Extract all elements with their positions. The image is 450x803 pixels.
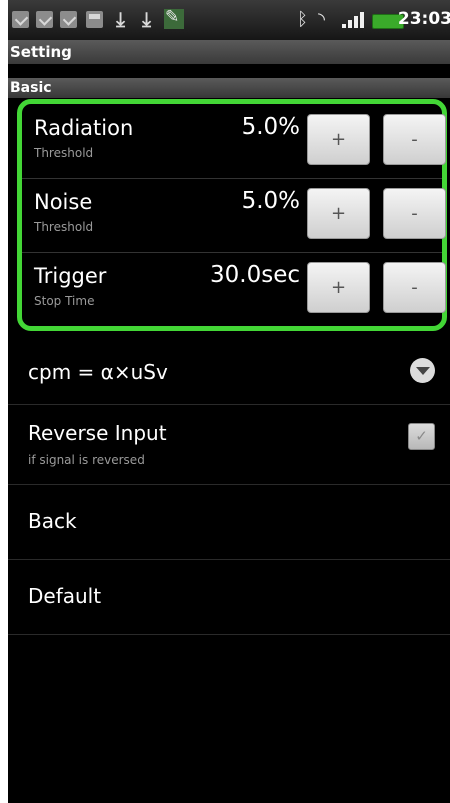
checkbox-icon xyxy=(12,11,29,28)
back-item[interactable]: Back xyxy=(8,485,450,560)
download-icon: ⤓ xyxy=(116,7,125,31)
threshold-panel: Radiation Threshold 5.0% + - Noise Thres… xyxy=(17,99,447,331)
threshold-row-radiation: Radiation Threshold 5.0% + - xyxy=(22,104,446,179)
back-label: Back xyxy=(28,509,77,533)
threshold-label: Trigger xyxy=(34,264,107,288)
threshold-row-trigger: Trigger Stop Time 30.0sec + - xyxy=(22,252,446,326)
checkbox-icon xyxy=(36,11,53,28)
reverse-input-sublabel: if signal is reversed xyxy=(28,453,145,467)
decrease-button[interactable]: - xyxy=(383,262,446,313)
threshold-value: 5.0% xyxy=(241,114,300,140)
reverse-input-label: Reverse Input xyxy=(28,421,167,445)
phone-screen: ⤓ ⤓ ᛒ ◝ 23:03 Setting Basic Radiation Th… xyxy=(8,0,450,803)
threshold-sublabel: Threshold xyxy=(34,146,94,160)
increase-button[interactable]: + xyxy=(307,188,370,239)
signal-icon xyxy=(342,11,366,28)
checkbox-icon xyxy=(60,11,77,28)
sd-card-icon xyxy=(86,11,103,28)
status-bar: ⤓ ⤓ ᛒ ◝ 23:03 xyxy=(8,0,450,40)
status-time: 23:03 xyxy=(397,9,450,29)
app-icon xyxy=(164,7,184,29)
reverse-input-checkbox[interactable]: ✓ xyxy=(408,423,435,450)
decrease-button[interactable]: - xyxy=(383,114,446,165)
bluetooth-icon: ᛒ xyxy=(297,9,308,30)
threshold-value: 5.0% xyxy=(241,188,300,214)
threshold-label: Radiation xyxy=(34,116,134,140)
threshold-row-noise: Noise Threshold 5.0% + - xyxy=(22,178,446,253)
formula-label: cpm = α×uSv xyxy=(28,360,168,384)
formula-selector[interactable]: cpm = α×uSv xyxy=(8,340,450,405)
page-title: Setting xyxy=(8,40,450,64)
threshold-sublabel: Threshold xyxy=(34,220,94,234)
threshold-label: Noise xyxy=(34,190,93,214)
chevron-down-icon[interactable] xyxy=(410,358,435,383)
reverse-input-row[interactable]: Reverse Input if signal is reversed ✓ xyxy=(8,405,450,485)
wifi-icon: ◝ xyxy=(318,9,325,30)
default-label: Default xyxy=(28,584,102,608)
increase-button[interactable]: + xyxy=(307,262,370,313)
section-header-basic: Basic xyxy=(8,78,450,98)
threshold-value: 30.0sec xyxy=(210,262,300,288)
default-item[interactable]: Default xyxy=(8,560,450,635)
increase-button[interactable]: + xyxy=(307,114,370,165)
threshold-sublabel: Stop Time xyxy=(34,294,95,308)
download-icon: ⤓ xyxy=(142,7,151,31)
decrease-button[interactable]: - xyxy=(383,188,446,239)
